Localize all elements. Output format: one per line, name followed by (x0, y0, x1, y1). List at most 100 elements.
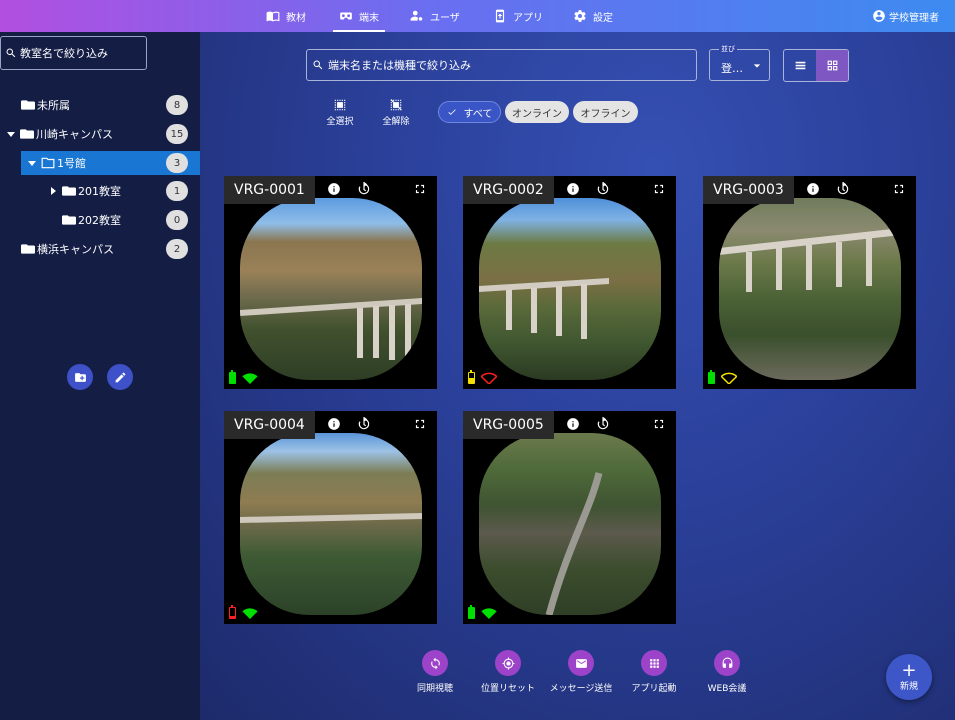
device-card[interactable]: VRG-0002 (463, 176, 676, 389)
wifi-icon (481, 608, 497, 619)
tree-item-building-1[interactable]: 1号館 3 (21, 151, 200, 175)
reset-position-button[interactable]: 位置リセット (468, 650, 548, 694)
count-badge: 1 (166, 181, 188, 201)
sidebar: 未所属 8 川崎キャンパス 15 1号館 3 201教室 1 202教室 0 横… (0, 32, 200, 720)
device-name: VRG-0002 (463, 176, 554, 204)
user-menu[interactable]: 学校管理者 (872, 0, 939, 32)
device-card[interactable]: VRG-0001 (224, 176, 437, 389)
restart-icon[interactable] (357, 182, 371, 196)
sort-label: 並び (719, 44, 737, 54)
caret-right-icon[interactable] (48, 186, 58, 196)
tree-item-yokohama-campus[interactable]: 横浜キャンパス 2 (0, 237, 200, 261)
fullscreen-icon[interactable] (652, 182, 666, 196)
filter-chip-offline[interactable]: オフライン (573, 101, 638, 123)
info-icon[interactable] (566, 417, 580, 431)
action-label: アプリ起動 (631, 684, 677, 694)
nav-tab-users[interactable]: ユーザ (410, 0, 460, 32)
pencil-icon (115, 372, 125, 382)
device-view-image (479, 198, 661, 380)
fullscreen-icon[interactable] (652, 417, 666, 431)
nav-tab-apps[interactable]: アプリ (493, 0, 543, 32)
vr-headset-icon (340, 12, 352, 20)
device-search-box (306, 49, 697, 81)
tree-item-room-202[interactable]: 202教室 0 (0, 208, 200, 232)
user-role-label: 学校管理者 (889, 12, 939, 24)
battery-icon (229, 370, 236, 384)
folder-open-icon (41, 157, 55, 169)
action-circle (422, 650, 448, 676)
count-badge: 15 (166, 124, 188, 144)
launch-app-button[interactable]: アプリ起動 (614, 650, 694, 694)
tree-item-label: 川崎キャンパス (36, 128, 113, 141)
nav-tab-label: 設定 (593, 12, 613, 24)
fullscreen-icon[interactable] (413, 182, 427, 196)
count-badge: 8 (166, 95, 188, 115)
grid-view-button[interactable] (816, 50, 848, 81)
device-card[interactable]: VRG-0005 (463, 411, 676, 624)
tree-item-unassigned[interactable]: 未所属 8 (0, 93, 200, 117)
web-meeting-button[interactable]: WEB会議 (687, 650, 767, 694)
battery-fill (230, 373, 235, 383)
folder-icon (21, 244, 35, 254)
tree-item-kawasaki-campus[interactable]: 川崎キャンパス 15 (0, 122, 200, 146)
action-circle (641, 650, 667, 676)
nav-tab-label: アプリ (513, 12, 543, 24)
device-card[interactable]: VRG-0003 (703, 176, 916, 389)
edit-folder-button[interactable] (107, 364, 133, 390)
deselect-all-label: 全解除 (382, 117, 410, 127)
info-icon[interactable] (327, 417, 341, 431)
sort-select[interactable]: 並び 登… (709, 44, 770, 81)
nav-tab-devices[interactable]: 端末 (333, 0, 385, 32)
restart-icon[interactable] (596, 417, 610, 431)
restart-icon[interactable] (836, 182, 850, 196)
select-all-label: 全選択 (326, 117, 354, 127)
sync-view-button[interactable]: 同期視聴 (395, 650, 475, 694)
info-icon[interactable] (327, 182, 341, 196)
info-icon[interactable] (806, 182, 820, 196)
deselect-all-button[interactable]: 全解除 (376, 98, 416, 127)
caret-down-icon[interactable] (6, 129, 16, 139)
wifi-icon (242, 608, 258, 619)
filter-chip-all[interactable]: すべて (438, 101, 501, 123)
apps-grid-icon (649, 658, 659, 668)
headset-icon (722, 657, 732, 668)
caret-down-icon[interactable] (27, 158, 37, 168)
fullscreen-icon[interactable] (892, 182, 906, 196)
nav-tab-materials[interactable]: 教材 (266, 0, 306, 32)
select-all-button[interactable]: 全選択 (320, 98, 360, 127)
battery-icon (468, 370, 475, 384)
restart-icon[interactable] (596, 182, 610, 196)
filter-chip-online[interactable]: オンライン (505, 101, 569, 123)
new-device-fab[interactable]: + 新規 (886, 654, 932, 700)
wifi-icon (242, 373, 258, 384)
action-label: 位置リセット (480, 684, 535, 694)
wifi-shape (481, 608, 497, 619)
tree-item-label: 横浜キャンパス (37, 243, 114, 256)
battery-icon (708, 370, 715, 384)
battery-fill (709, 373, 714, 383)
action-label: メッセージ送信 (549, 684, 613, 694)
tree-item-room-201[interactable]: 201教室 1 (0, 179, 200, 203)
fullscreen-icon[interactable] (413, 417, 427, 431)
folder-icon (62, 215, 76, 225)
tree-item-label: 1号館 (57, 157, 86, 170)
nav-tab-settings[interactable]: 設定 (573, 0, 613, 32)
restart-icon[interactable] (357, 417, 371, 431)
list-view-button[interactable] (784, 50, 816, 81)
nav-tab-label: 教材 (286, 12, 306, 24)
battery-fill (230, 616, 235, 618)
sort-value: 登… (721, 62, 743, 75)
sync-icon (430, 657, 440, 669)
classroom-search-input[interactable] (20, 46, 148, 60)
top-nav-bar: 教材 端末 ユーザ アプリ 設定 学校管理者 (0, 0, 955, 32)
device-view-image (240, 198, 422, 380)
add-folder-button[interactable] (67, 364, 93, 390)
filter-chip-label: すべて (463, 108, 493, 120)
device-name: VRG-0005 (463, 411, 554, 439)
action-circle (495, 650, 521, 676)
send-message-button[interactable]: メッセージ送信 (541, 650, 621, 694)
count-badge: 3 (166, 153, 188, 173)
device-card[interactable]: VRG-0004 (224, 411, 437, 624)
device-search-input[interactable] (328, 58, 696, 72)
info-icon[interactable] (566, 182, 580, 196)
